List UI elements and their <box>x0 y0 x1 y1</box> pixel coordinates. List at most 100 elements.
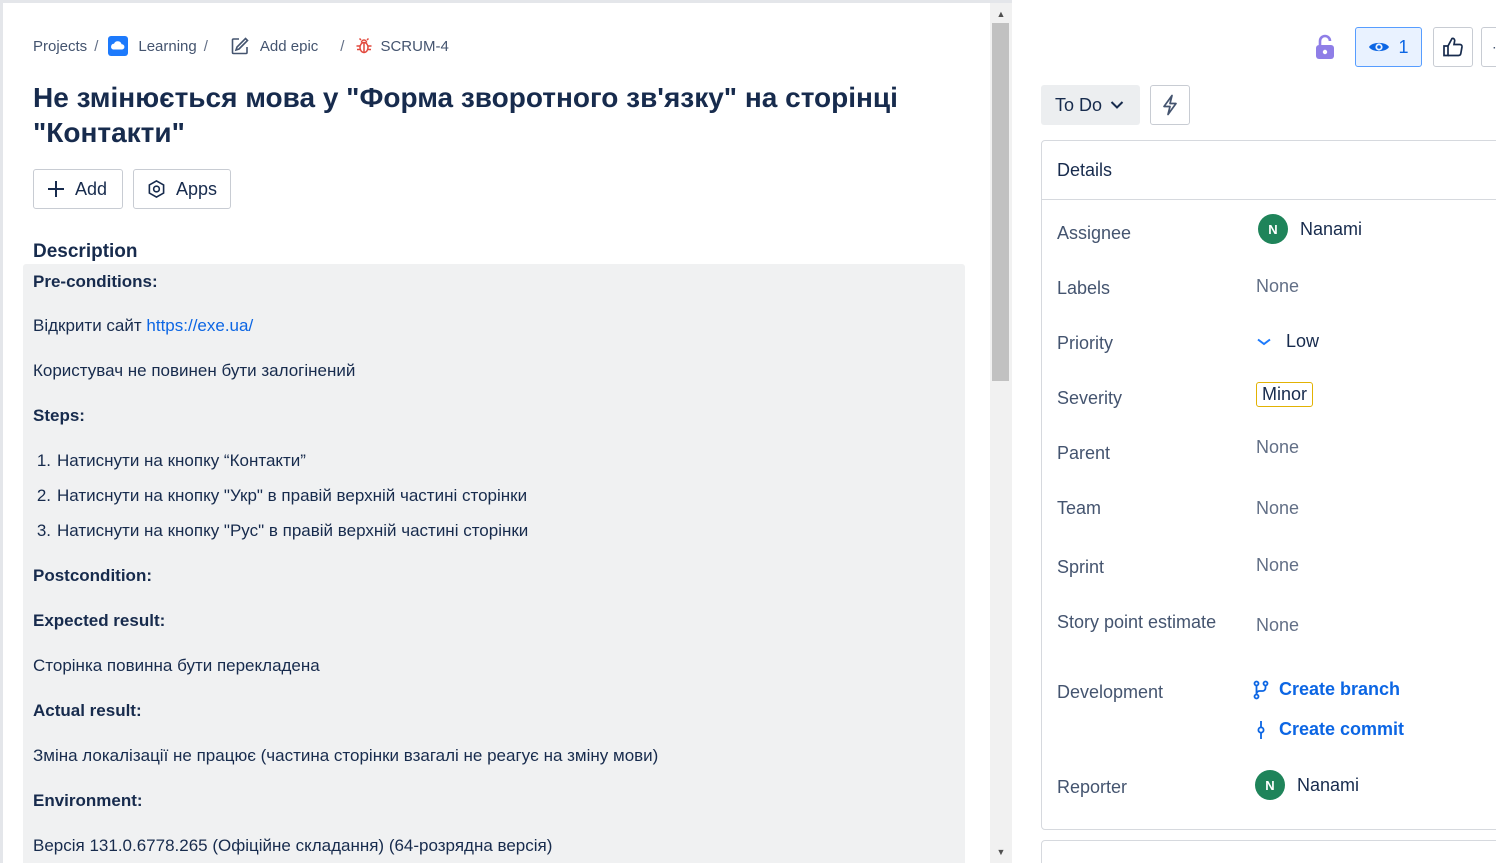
scroll-up-arrow-icon[interactable]: ▲ <box>990 5 1012 23</box>
branch-icon <box>1253 680 1269 699</box>
priority-field[interactable]: Low <box>1256 331 1319 352</box>
create-commit-label: Create commit <box>1279 719 1405 739</box>
breadcrumb-issue-key-label: SCRUM-4 <box>380 37 449 55</box>
status-label: To Do <box>1055 94 1103 115</box>
details-header-label: Details <box>1057 159 1113 180</box>
avatar: N <box>1258 214 1288 244</box>
expected-result-heading: Expected result: <box>33 611 166 630</box>
breadcrumb-projects[interactable]: Projects <box>33 38 87 55</box>
add-button-label: Add <box>75 178 108 199</box>
automation-button[interactable] <box>1150 85 1190 125</box>
cloud-project-icon <box>108 36 129 56</box>
site-link[interactable]: https://exe.ua/ <box>146 316 253 335</box>
actual-result-text: Зміна локалізації не працює (частина сто… <box>33 746 659 765</box>
create-commit-link[interactable]: Create commit <box>1253 719 1404 740</box>
step-number: 3. <box>36 521 51 540</box>
issue-side-pane: 1 ⋯ To Do Details Assignee N Nanami Labe… <box>1012 0 1496 863</box>
create-branch-label: Create branch <box>1279 679 1401 699</box>
postcondition-heading: Postcondition: <box>33 566 152 585</box>
story-points-field[interactable]: None <box>1256 615 1299 636</box>
list-item: 2. Натиснути на кнопку "Укр" в правій вер… <box>27 486 527 506</box>
commit-icon <box>1257 720 1265 739</box>
description-editor[interactable] <box>23 264 965 863</box>
more-fields-panel[interactable] <box>1041 840 1496 863</box>
breadcrumb-project[interactable]: Learning <box>108 36 197 56</box>
reporter-field[interactable]: N Nanami <box>1255 770 1359 800</box>
story-points-label: Story point estimate <box>1057 612 1217 632</box>
development-label: Development <box>1057 682 1164 702</box>
avatar: N <box>1255 770 1285 800</box>
open-site-line: Відкрити сайт https://exe.ua/ <box>33 316 253 336</box>
severity-field[interactable]: Minor <box>1256 382 1314 407</box>
step-number: 2. <box>36 486 51 505</box>
labels-field[interactable]: None <box>1256 276 1299 297</box>
status-dropdown[interactable]: To Do <box>1041 85 1140 125</box>
bug-icon <box>354 36 374 56</box>
edit-pencil-icon <box>230 36 250 56</box>
preconditions-heading: Pre-conditions: <box>33 272 158 291</box>
severity-label: Severity <box>1057 388 1123 408</box>
thumbs-up-icon <box>1443 37 1463 57</box>
issue-main-pane: Projects / Learning / Add epic / SCRUM-4… <box>0 0 990 863</box>
vote-button[interactable] <box>1433 27 1473 67</box>
scrollbar-thumb[interactable] <box>992 23 1009 381</box>
more-icon: ⋯ <box>1492 39 1496 56</box>
breadcrumb-project-label: Learning <box>138 37 197 55</box>
main-scrollbar[interactable]: ▲ ▼ <box>990 3 1012 863</box>
unlock-icon <box>1316 34 1334 59</box>
eye-icon <box>1369 42 1390 52</box>
breadcrumb-projects-label: Projects <box>33 37 88 55</box>
priority-label: Priority <box>1057 333 1114 353</box>
actual-result-heading: Actual result: <box>33 701 142 720</box>
description-heading: Description <box>33 241 138 262</box>
reporter-label: Reporter <box>1057 777 1128 797</box>
apps-hexagon-icon <box>148 180 165 198</box>
breadcrumb-add-epic-label: Add epic <box>259 37 319 55</box>
breadcrumb-separator: / <box>94 37 99 55</box>
scroll-down-arrow-icon[interactable]: ▼ <box>990 843 1012 861</box>
breadcrumb-separator: / <box>203 37 208 55</box>
list-item: 1. Натиснути на кнопку “Контакти” <box>27 451 306 471</box>
step-text: Натиснути на кнопку "Укр" в правій верхн… <box>57 486 528 505</box>
assignee-label: Assignee <box>1057 223 1132 243</box>
user-not-logged-text: Користувач не повинен бути залогінений <box>33 361 356 380</box>
environment-text: Версія 131.0.6778.265 (Офіційне складанн… <box>33 836 553 855</box>
priority-low-chevron-icon <box>1257 338 1271 345</box>
details-panel: Details Assignee N Nanami Labels None Pr… <box>1041 140 1496 830</box>
labels-label: Labels <box>1057 278 1111 298</box>
parent-field[interactable]: None <box>1256 437 1299 458</box>
breadcrumb-issue-key[interactable]: SCRUM-4 <box>354 36 449 56</box>
details-header[interactable]: Details <box>1042 141 1496 200</box>
breadcrumb-separator: / <box>340 37 345 55</box>
step-text: Натиснути на кнопку “Контакти” <box>57 451 306 470</box>
environment-heading: Environment: <box>33 791 143 810</box>
top-divider <box>0 0 1012 3</box>
breadcrumb: Projects / Learning / Add epic / SCRUM-4 <box>33 36 449 56</box>
parent-label: Parent <box>1057 443 1111 463</box>
severity-badge: Minor <box>1256 382 1314 407</box>
add-button[interactable]: Add <box>33 169 123 209</box>
apps-button[interactable]: Apps <box>133 169 231 209</box>
expected-result-text: Сторінка повинна бути перекладена <box>33 656 320 675</box>
lightning-bolt-icon <box>1163 94 1177 116</box>
watchers-count: 1 <box>1398 36 1409 57</box>
watch-button[interactable]: 1 <box>1355 27 1422 67</box>
step-number: 1. <box>36 451 51 470</box>
breadcrumb-add-epic[interactable]: Add epic <box>230 36 318 56</box>
issue-title[interactable]: Не змінюється мова у "Форма зворотного з… <box>33 80 973 150</box>
create-branch-link[interactable]: Create branch <box>1253 679 1400 700</box>
sprint-field[interactable]: None <box>1256 555 1299 576</box>
assignee-name: Nanami <box>1300 218 1363 239</box>
apps-button-label: Apps <box>175 178 217 199</box>
step-text: Натиснути на кнопку "Рус" в правій верхн… <box>57 521 529 540</box>
sprint-label: Sprint <box>1057 557 1105 577</box>
team-label: Team <box>1057 498 1102 518</box>
list-item: 3. Натиснути на кнопку "Рус" в правій вер… <box>27 521 529 541</box>
restrictions-button[interactable] <box>1312 33 1338 61</box>
reporter-name: Nanami <box>1297 774 1360 795</box>
more-actions-button[interactable]: ⋯ <box>1481 27 1496 67</box>
team-field[interactable]: None <box>1256 498 1299 519</box>
chevron-down-icon <box>1110 101 1124 109</box>
assignee-field[interactable]: N Nanami <box>1258 214 1362 244</box>
steps-heading: Steps: <box>33 406 85 425</box>
